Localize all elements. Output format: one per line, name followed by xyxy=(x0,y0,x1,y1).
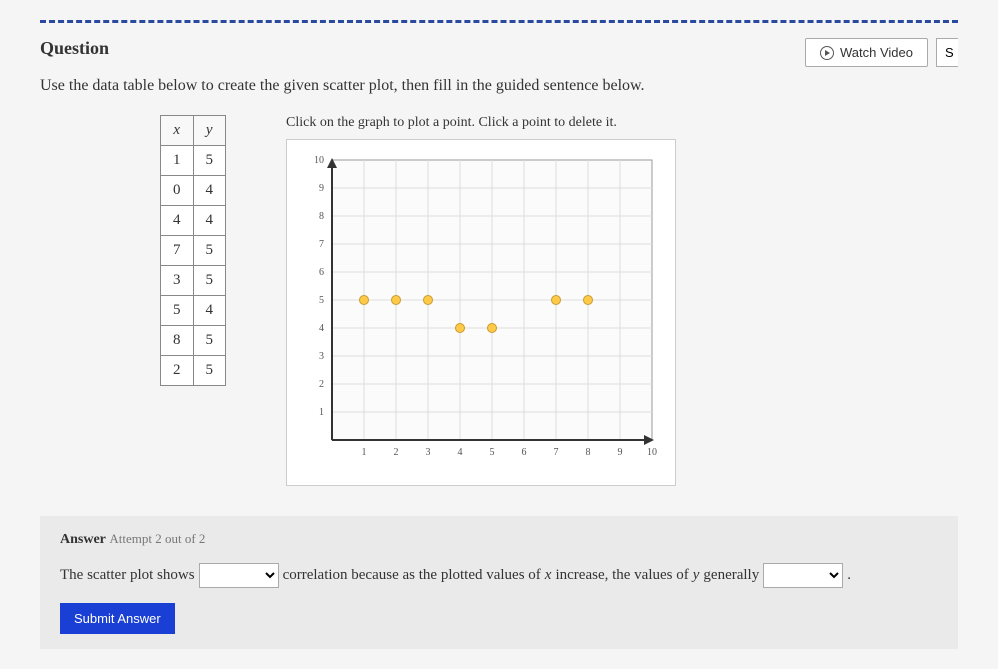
x-tick-label: 6 xyxy=(522,447,527,458)
answer-header: Answer Attempt 2 out of 2 xyxy=(60,531,938,548)
answer-label: Answer xyxy=(60,532,106,547)
table-cell: 0 xyxy=(161,176,194,206)
col-header-y: y xyxy=(193,116,226,146)
x-tick-label: 8 xyxy=(586,447,591,458)
guided-sentence: The scatter plot shows correlation becau… xyxy=(60,563,938,588)
x-tick-label: 2 xyxy=(394,447,399,458)
watch-video-label: Watch Video xyxy=(840,45,913,60)
play-circle-icon xyxy=(820,46,834,60)
trend-select[interactable] xyxy=(763,563,843,588)
table-cell: 4 xyxy=(193,296,226,326)
y-tick-label: 2 xyxy=(319,379,324,390)
table-row: 04 xyxy=(161,176,226,206)
x-tick-label: 1 xyxy=(362,447,367,458)
x-tick-label: 9 xyxy=(618,447,623,458)
header-actions: Watch Video S xyxy=(805,38,958,67)
table-cell: 3 xyxy=(161,266,194,296)
y-tick-label: 9 xyxy=(319,183,324,194)
sentence-part2: correlation because as the plotted value… xyxy=(283,567,541,584)
table-cell: 4 xyxy=(161,206,194,236)
x-tick-label: 7 xyxy=(554,447,559,458)
scatter-point[interactable] xyxy=(488,324,497,333)
table-header-row: x y xyxy=(161,116,226,146)
y-tick-label: 6 xyxy=(319,267,324,278)
x-tick-label: 3 xyxy=(426,447,431,458)
table-cell: 1 xyxy=(161,146,194,176)
x-tick-label: 4 xyxy=(458,447,463,458)
sentence-part4: generally xyxy=(703,567,759,584)
question-label: Question xyxy=(40,38,109,59)
scatter-point[interactable] xyxy=(392,296,401,305)
table-cell: 5 xyxy=(193,266,226,296)
y-tick-label: 7 xyxy=(319,239,324,250)
col-header-x: x xyxy=(161,116,194,146)
x-tick-label: 10 xyxy=(647,447,657,458)
table-cell: 5 xyxy=(161,296,194,326)
table-cell: 4 xyxy=(193,206,226,236)
graph-instruction: Click on the graph to plot a point. Clic… xyxy=(286,115,958,131)
table-row: 75 xyxy=(161,236,226,266)
scatter-point[interactable] xyxy=(456,324,465,333)
tab-border-decoration xyxy=(40,20,958,23)
scatter-point[interactable] xyxy=(584,296,593,305)
scatter-plot-svg[interactable]: 1 2 3 4 5 6 7 8 9 10 1 2 3 4 5 6 7 8 9 10 xyxy=(297,150,667,470)
attempt-info: Attempt 2 out of 2 xyxy=(109,531,205,546)
scatter-point[interactable] xyxy=(360,296,369,305)
table-cell: 5 xyxy=(193,326,226,356)
table-row: 15 xyxy=(161,146,226,176)
correlation-select[interactable] xyxy=(199,563,279,588)
table-row: 54 xyxy=(161,296,226,326)
table-cell: 7 xyxy=(161,236,194,266)
y-tick-label: 1 xyxy=(319,407,324,418)
table-row: 35 xyxy=(161,266,226,296)
y-tick-label: 10 xyxy=(314,155,324,166)
y-tick-label: 8 xyxy=(319,211,324,222)
sentence-part3: increase, the values of xyxy=(555,567,688,584)
table-row: 85 xyxy=(161,326,226,356)
sentence-period: . xyxy=(847,567,851,584)
table-row: 25 xyxy=(161,356,226,386)
submit-button[interactable]: Submit Answer xyxy=(60,603,175,634)
y-tick-label: 4 xyxy=(319,323,324,334)
var-x: x xyxy=(545,567,552,584)
scatter-point[interactable] xyxy=(424,296,433,305)
table-row: 44 xyxy=(161,206,226,236)
table-cell: 5 xyxy=(193,146,226,176)
watch-video-button[interactable]: Watch Video xyxy=(805,38,928,67)
answer-section: Answer Attempt 2 out of 2 The scatter pl… xyxy=(40,516,958,649)
y-tick-label: 3 xyxy=(319,351,324,362)
scatter-point[interactable] xyxy=(552,296,561,305)
partial-button[interactable]: S xyxy=(936,38,958,67)
question-instructions: Use the data table below to create the g… xyxy=(40,77,958,95)
content-row: x y 1504447535548525 Click on the graph … xyxy=(40,115,958,486)
table-cell: 2 xyxy=(161,356,194,386)
graph-section: Click on the graph to plot a point. Clic… xyxy=(286,115,958,486)
x-tick-label: 5 xyxy=(490,447,495,458)
table-cell: 5 xyxy=(193,356,226,386)
data-table: x y 1504447535548525 xyxy=(160,115,226,386)
scatter-plot[interactable]: 1 2 3 4 5 6 7 8 9 10 1 2 3 4 5 6 7 8 9 10 xyxy=(286,139,676,486)
table-cell: 4 xyxy=(193,176,226,206)
sentence-part1: The scatter plot shows xyxy=(60,567,195,584)
var-y: y xyxy=(693,567,700,584)
y-tick-label: 5 xyxy=(319,295,324,306)
header-row: Question Watch Video S xyxy=(40,38,958,67)
table-cell: 8 xyxy=(161,326,194,356)
table-cell: 5 xyxy=(193,236,226,266)
